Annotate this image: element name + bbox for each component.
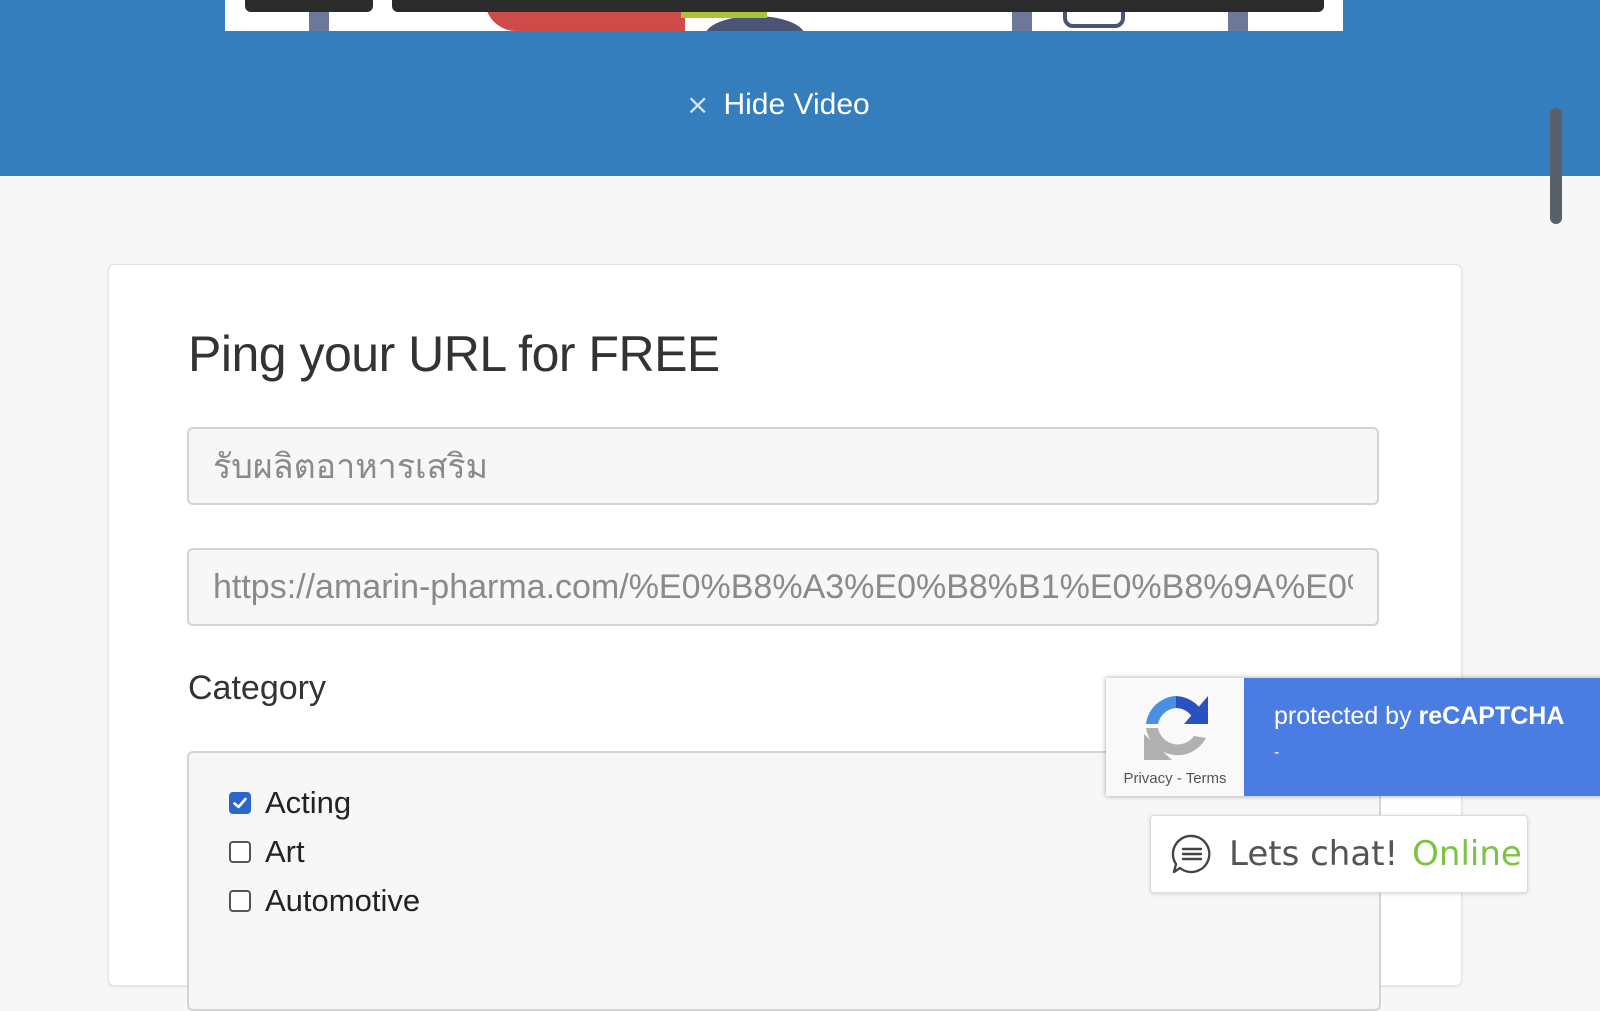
url-input[interactable] [187, 548, 1379, 626]
checkbox-art[interactable] [229, 841, 251, 863]
video-frame-graphic [681, 12, 767, 18]
recaptcha-text-panel: protected by reCAPTCHA - [1244, 678, 1600, 796]
category-item-automotive[interactable]: Automotive [229, 881, 420, 921]
chat-widget-button[interactable]: Lets chat! Online [1150, 815, 1528, 893]
recaptcha-brand: reCAPTCHA [1418, 702, 1565, 730]
chat-bubble-icon [1171, 834, 1211, 874]
chat-status: Online [1412, 834, 1522, 874]
recaptcha-dash: - [1274, 744, 1280, 761]
video-frame-graphic [392, 0, 1324, 12]
checkmark-icon [233, 797, 247, 809]
recaptcha-protected-text: protected by reCAPTCHA [1274, 702, 1564, 731]
recaptcha-protected-prefix: protected by [1274, 702, 1419, 730]
category-label-acting: Acting [265, 785, 352, 820]
recaptcha-badge: Privacy - Terms protected by reCAPTCHA - [1106, 678, 1600, 796]
page-scrollbar[interactable] [1550, 108, 1562, 224]
recaptcha-logo-panel: Privacy - Terms [1106, 678, 1244, 796]
category-item-acting[interactable]: Acting [229, 783, 351, 823]
recaptcha-privacy-link[interactable]: Privacy [1123, 770, 1172, 787]
category-label: Category [188, 669, 326, 707]
keyword-input[interactable] [187, 427, 1379, 505]
category-label-art: Art [265, 834, 305, 869]
recaptcha-terms-link[interactable]: Terms [1186, 770, 1227, 787]
close-icon: × [686, 88, 710, 121]
recaptcha-link-separator: - [1172, 770, 1186, 787]
video-frame-graphic [245, 0, 373, 12]
recaptcha-links: Privacy - Terms [1106, 770, 1244, 787]
category-item-art[interactable]: Art [229, 832, 305, 872]
hide-video-button[interactable]: × Hide Video [686, 84, 870, 126]
hide-video-label: Hide Video [723, 88, 870, 121]
chat-label: Lets chat! [1229, 834, 1399, 874]
category-label-automotive: Automotive [265, 883, 421, 918]
checkbox-acting[interactable] [229, 792, 251, 814]
video-player[interactable] [225, 0, 1343, 31]
recaptcha-icon [1144, 696, 1208, 760]
video-frame-graphic [705, 16, 805, 31]
checkbox-automotive[interactable] [229, 890, 251, 912]
page-title: Ping your URL for FREE [188, 326, 720, 382]
video-banner: × Hide Video [0, 0, 1600, 176]
